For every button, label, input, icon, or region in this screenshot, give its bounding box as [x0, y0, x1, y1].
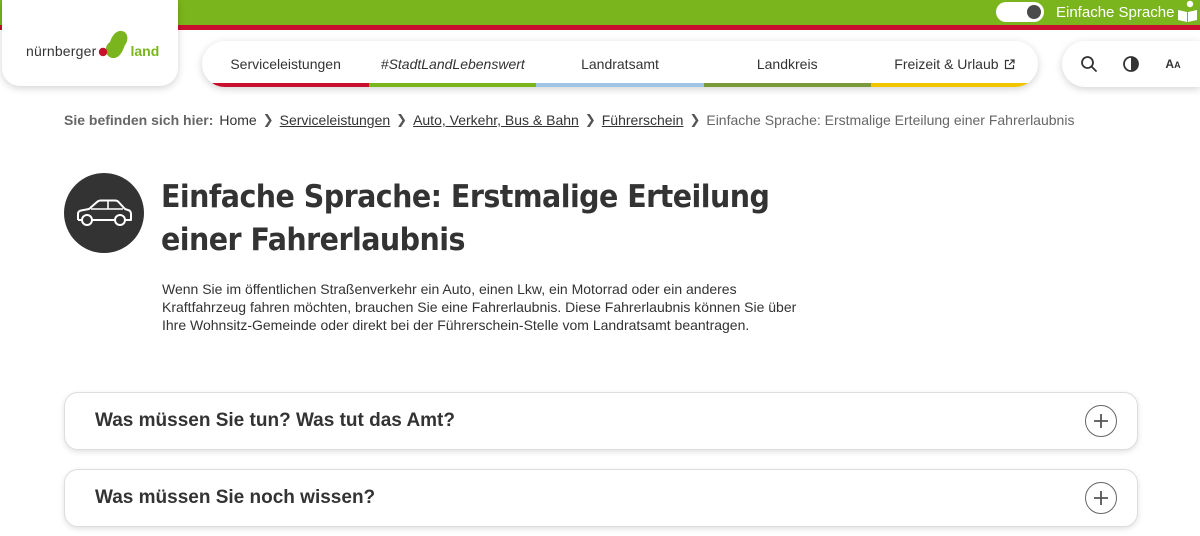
breadcrumb-current: Einfache Sprache: Erstmalige Erteilung e…	[706, 112, 1075, 128]
car-icon	[64, 173, 144, 253]
main-navigation: Serviceleistungen #StadtLandLebenswert L…	[202, 41, 1038, 87]
font-size-button[interactable]: AA	[1158, 49, 1188, 79]
site-logo[interactable]: nürnberger land	[26, 30, 160, 68]
plus-icon[interactable]	[1085, 482, 1117, 514]
font-size-icon: AA	[1165, 57, 1181, 71]
intro-text: Wenn Sie im öffentlichen Straßenverkehr …	[162, 281, 797, 333]
top-bar-red-stripe	[0, 25, 1200, 30]
chevron-right-icon: ❯	[584, 112, 596, 127]
breadcrumb-fuehrerschein[interactable]: Führerschein	[602, 112, 684, 128]
nav-label: Freizeit & Urlaub	[894, 56, 999, 72]
logo-word-nuernberger: nürnberger	[26, 43, 97, 59]
toggle-knob	[1027, 5, 1041, 19]
accordion-what-to-do[interactable]: Was müssen Sie tun? Was tut das Amt?	[64, 392, 1138, 450]
nav-label: Serviceleistungen	[230, 56, 341, 72]
plus-icon[interactable]	[1085, 405, 1117, 437]
chevron-right-icon: ❯	[262, 112, 274, 127]
accordion-more-info[interactable]: Was müssen Sie noch wissen?	[64, 469, 1138, 527]
breadcrumb-home[interactable]: Home	[219, 112, 256, 128]
contrast-button[interactable]	[1116, 49, 1146, 79]
chevron-right-icon: ❯	[396, 112, 408, 127]
search-button[interactable]	[1074, 49, 1104, 79]
contrast-icon	[1123, 56, 1139, 72]
logo-mark-icon	[98, 30, 127, 59]
breadcrumb-serviceleistungen[interactable]: Serviceleistungen	[280, 112, 391, 128]
nav-item-serviceleistungen[interactable]: Serviceleistungen	[202, 41, 370, 87]
breadcrumb: Sie befinden sich hier: Home ❯ Servicele…	[64, 112, 1074, 128]
logo-card[interactable]: nürnberger land	[2, 0, 178, 86]
nav-item-landratsamt[interactable]: Landratsamt	[536, 41, 704, 87]
nav-item-landkreis[interactable]: Landkreis	[703, 41, 871, 87]
accordion-title: Was müssen Sie noch wissen?	[95, 487, 376, 508]
search-icon	[1081, 56, 1097, 72]
simple-language-toggle-group: Einfache Sprache	[996, 1, 1174, 23]
breadcrumb-auto-verkehr[interactable]: Auto, Verkehr, Bus & Bahn	[413, 112, 579, 128]
simple-language-toggle[interactable]	[996, 2, 1044, 22]
reading-person-icon[interactable]	[1176, 0, 1198, 22]
external-link-icon	[1004, 58, 1015, 69]
top-bar: Einfache Sprache	[0, 0, 1200, 30]
page-title: Einfache Sprache: Erstmalige Erteilung e…	[161, 179, 770, 258]
nav-label: #StadtLandLebenswert	[380, 56, 525, 72]
nav-item-stadtlandlebenswert[interactable]: #StadtLandLebenswert	[369, 41, 537, 87]
chevron-right-icon: ❯	[689, 112, 701, 127]
nav-label: Landratsamt	[581, 56, 659, 72]
accordion-title: Was müssen Sie tun? Was tut das Amt?	[95, 410, 455, 431]
simple-language-label: Einfache Sprache	[1056, 3, 1175, 21]
logo-word-land: land	[130, 43, 160, 59]
nav-label: Landkreis	[756, 56, 818, 72]
nav-item-freizeit-urlaub[interactable]: Freizeit & Urlaub	[870, 41, 1038, 87]
accessibility-tools: AA	[1062, 41, 1200, 87]
breadcrumb-label: Sie befinden sich hier:	[64, 112, 214, 128]
